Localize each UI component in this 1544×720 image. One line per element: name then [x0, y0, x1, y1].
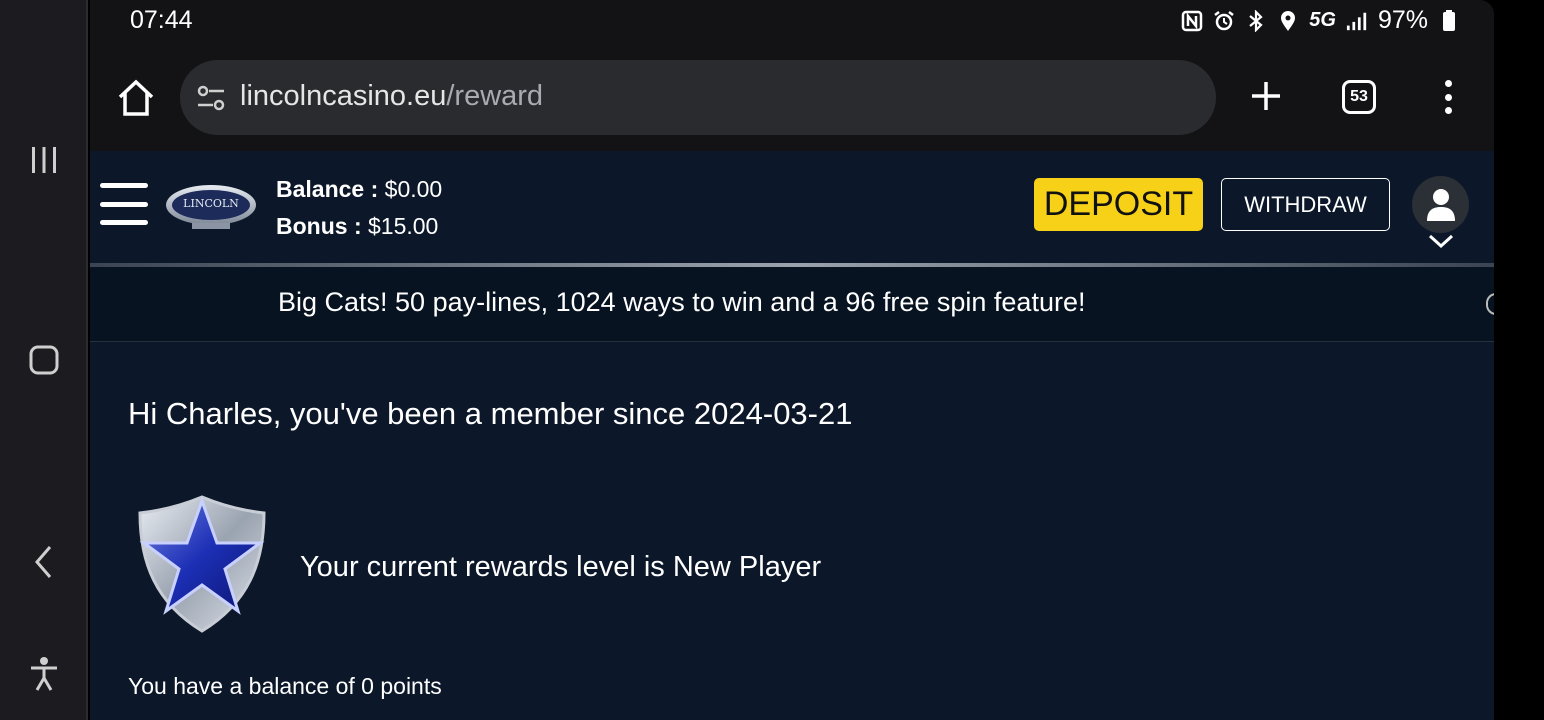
rewards-level-text: Your current rewards level is New Player	[300, 551, 822, 583]
site-header: LINCOLN Balance : $0.00 Bonus : $15.00 D…	[90, 151, 1494, 263]
accessibility-button[interactable]	[0, 654, 88, 694]
balance-label: Balance :	[276, 176, 379, 202]
site-logo[interactable]: LINCOLN	[164, 183, 258, 231]
status-time: 07:44	[130, 6, 193, 34]
home-nav-button[interactable]	[0, 342, 88, 378]
balance-block: Balance : $0.00 Bonus : $15.00	[276, 171, 442, 245]
shield-star-icon	[138, 495, 266, 633]
promo-ticker[interactable]: Big Cats! 50 pay-lines, 1024 ways to win…	[90, 267, 1494, 342]
5g-icon: 5G	[1309, 9, 1336, 31]
url-path: /reward	[446, 80, 544, 112]
system-nav-rail	[0, 0, 88, 720]
web-page: LINCOLN Balance : $0.00 Bonus : $15.00 D…	[90, 151, 1494, 720]
url-domain: lincolncasino.eu	[240, 80, 447, 112]
new-tab-button[interactable]	[1250, 80, 1282, 112]
plus-icon	[1252, 82, 1280, 110]
url-text[interactable]: lincolncasino.eu/reward	[240, 80, 543, 113]
bonus-value: $15.00	[368, 213, 439, 239]
address-bar[interactable]: lincolncasino.eu/reward	[180, 60, 1216, 135]
browser-chrome: 07:44 5G 97% lincolncasino.eu/reward 53	[90, 0, 1494, 151]
member-greeting: Hi Charles, you've been a member since 2…	[128, 396, 853, 431]
home-square-icon	[29, 345, 59, 375]
battery-icon	[1438, 9, 1460, 32]
home-icon	[118, 79, 154, 116]
kebab-dot-icon	[1444, 93, 1452, 101]
screen-right-edge	[1494, 0, 1544, 720]
hamburger-line	[100, 201, 148, 207]
status-icons: 5G 97%	[1181, 6, 1460, 35]
browser-menu-button[interactable]	[1438, 80, 1458, 114]
points-balance-text: You have a balance of 0 points	[128, 673, 442, 699]
tab-switcher-button[interactable]: 53	[1342, 80, 1376, 114]
chevron-down-icon[interactable]	[1428, 233, 1454, 249]
alarm-icon	[1213, 10, 1235, 32]
balance-value: $0.00	[384, 176, 443, 202]
hamburger-line	[100, 183, 148, 188]
location-icon	[1277, 10, 1299, 32]
kebab-dot-icon	[1444, 107, 1452, 114]
user-icon	[1426, 188, 1455, 221]
accessibility-icon	[31, 657, 57, 691]
ticker-text: Big Cats! 50 pay-lines, 1024 ways to win…	[278, 287, 1086, 317]
ticker-next-item-glyph	[1486, 293, 1494, 315]
user-avatar-button[interactable]	[1412, 176, 1469, 233]
signal-icon	[1346, 10, 1368, 32]
site-settings-icon[interactable]	[196, 83, 226, 113]
withdraw-button[interactable]: WITHDRAW	[1221, 178, 1390, 231]
logo-text: LINCOLN	[183, 197, 239, 210]
kebab-dot-icon	[1444, 80, 1452, 87]
back-nav-button[interactable]	[0, 542, 88, 582]
hamburger-menu-button[interactable]	[100, 183, 148, 225]
bluetooth-icon	[1245, 9, 1267, 32]
recent-apps-button[interactable]	[0, 140, 88, 180]
hamburger-line	[100, 220, 148, 225]
recent-apps-icon	[32, 147, 56, 173]
back-chevron-icon	[35, 546, 52, 578]
rewards-level-badge	[136, 493, 268, 635]
browser-home-button[interactable]	[116, 79, 156, 117]
battery-percent: 97%	[1377, 6, 1428, 34]
nfc-icon	[1181, 10, 1203, 32]
bonus-label: Bonus :	[276, 213, 362, 239]
deposit-button[interactable]: DEPOSIT	[1034, 178, 1203, 231]
